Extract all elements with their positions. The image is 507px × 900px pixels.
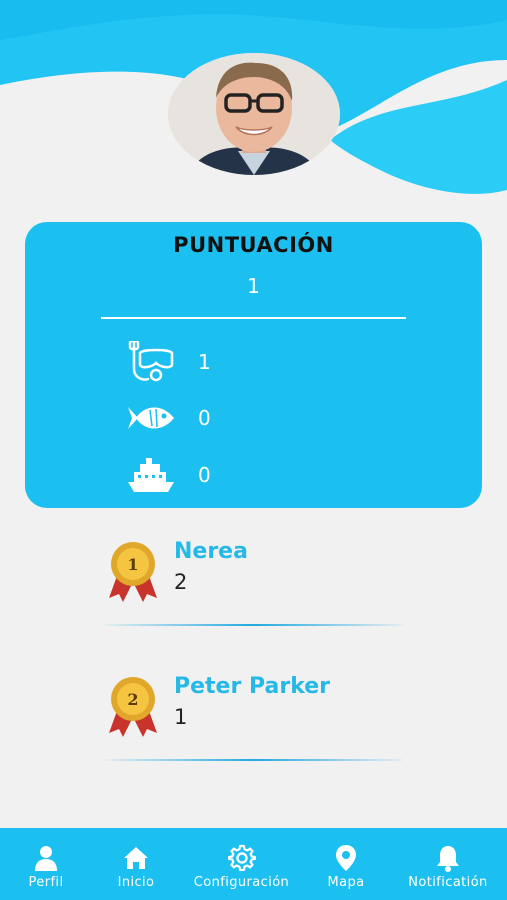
stat-row-ship: 0 — [126, 454, 276, 496]
rank-name: Peter Parker — [174, 674, 331, 699]
stat-row-snorkel: 1 — [126, 341, 276, 383]
gold-medal-icon: 2 — [109, 677, 157, 737]
ranking-item[interactable]: 2 Peter Parker 1 — [105, 674, 405, 795]
nav-notificaciones[interactable]: Notificatión — [389, 828, 507, 900]
nav-label: Perfil — [28, 875, 64, 890]
ranking-item[interactable]: 1 Nerea 2 — [105, 539, 405, 660]
rank-divider — [105, 759, 403, 761]
nav-configuracion[interactable]: Configuración — [180, 828, 303, 900]
profile-avatar[interactable] — [168, 53, 340, 175]
score-title: PUNTUACIÓN — [173, 233, 334, 257]
stat-value-ship: 0 — [198, 463, 211, 487]
rank-score: 1 — [174, 705, 188, 729]
nav-label: Notificatión — [408, 875, 488, 890]
rank-name: Nerea — [174, 539, 248, 564]
nav-mapa[interactable]: Mapa — [303, 828, 389, 900]
ship-icon — [128, 458, 174, 492]
stat-row-fish: 0 — [126, 397, 276, 439]
person-icon — [35, 846, 57, 871]
stat-value-snorkel: 1 — [198, 350, 211, 374]
nav-label: Inicio — [117, 875, 155, 890]
nav-inicio[interactable]: Inicio — [92, 828, 180, 900]
home-icon — [124, 847, 148, 869]
stat-value-fish: 0 — [198, 406, 211, 430]
bottom-navigation: Perfil Inicio Configuración Mapa Notific… — [0, 828, 507, 900]
user-photo — [168, 53, 340, 175]
medal-number: 2 — [127, 690, 138, 709]
gear-icon — [227, 844, 256, 872]
map-pin-icon — [336, 845, 356, 871]
score-total: 1 — [247, 274, 260, 298]
bell-icon — [437, 846, 459, 872]
rank-score: 2 — [174, 570, 188, 594]
nav-perfil[interactable]: Perfil — [0, 828, 92, 900]
rank-divider — [105, 624, 403, 626]
score-divider — [101, 317, 406, 319]
snorkel-mask-icon — [128, 341, 174, 382]
medal-number: 1 — [127, 555, 138, 574]
nav-label: Mapa — [327, 875, 365, 890]
gold-medal-icon: 1 — [109, 542, 157, 602]
fish-icon — [128, 407, 174, 429]
nav-label: Configuración — [193, 875, 290, 890]
